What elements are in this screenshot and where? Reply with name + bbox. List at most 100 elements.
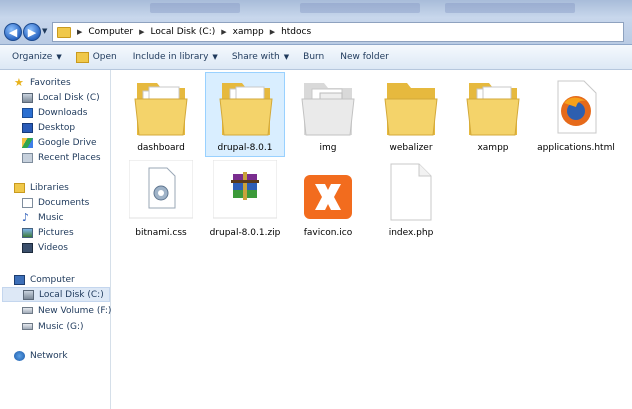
file-name: applications.html [537, 143, 615, 153]
file-item-drupal-zip[interactable]: drupal-8.0.1.zip [205, 160, 285, 242]
sidebar-item-google-drive[interactable]: Google Drive [22, 135, 97, 150]
drive-icon [22, 307, 33, 314]
breadcrumb-local-disk[interactable]: Local Disk (C:) [148, 27, 219, 37]
google-drive-icon [22, 137, 33, 148]
chevron-right-icon[interactable]: ▶ [74, 28, 85, 36]
sidebar-item-local-disk-c[interactable]: Local Disk (C:) [2, 287, 110, 302]
file-name: bitnami.css [135, 228, 187, 238]
file-item-favicon-ico[interactable]: favicon.ico [288, 160, 368, 242]
sidebar-item-local-disk[interactable]: Local Disk (C) [22, 90, 100, 105]
sidebar-item-music-g[interactable]: Music (G:) [22, 319, 84, 334]
firefox-icon [557, 80, 597, 134]
sidebar-item-label: Music [38, 212, 64, 223]
chevron-right-icon[interactable]: ▶ [136, 28, 147, 36]
organize-label: Organize [12, 52, 53, 62]
chevron-down-icon: ▼ [56, 53, 62, 61]
file-name: img [319, 143, 337, 153]
folder-icon [219, 83, 273, 136]
css-file-icon [129, 160, 193, 219]
breadcrumb-xampp[interactable]: xampp [230, 27, 267, 37]
sidebar-item-recent-places[interactable]: Recent Places [22, 150, 101, 165]
sidebar-header-label: Computer [30, 274, 75, 285]
winrar-archive-icon [213, 160, 277, 219]
sidebar-network-header[interactable]: Network [14, 348, 68, 363]
drive-icon [22, 92, 33, 103]
chevron-down-icon: ▼ [283, 53, 290, 61]
file-item-webalizer[interactable]: webalizer [371, 73, 451, 155]
sidebar-item-videos[interactable]: Videos [22, 240, 68, 255]
sidebar-item-music[interactable]: ♪ Music [22, 210, 64, 225]
new-folder-button[interactable]: New folder [340, 52, 389, 62]
drive-icon [22, 323, 33, 330]
file-item-xampp-folder[interactable]: xampp [453, 73, 533, 155]
share-with-button[interactable]: Share with ▼ [232, 52, 289, 62]
sidebar-item-pictures[interactable]: Pictures [22, 225, 74, 240]
organize-button[interactable]: Organize ▼ [12, 52, 62, 62]
computer-icon [14, 274, 25, 285]
blurred-tab [150, 3, 240, 13]
file-item-bitnami-css[interactable]: bitnami.css [121, 160, 201, 242]
sidebar-item-label: Desktop [38, 122, 76, 133]
sidebar-item-desktop[interactable]: Desktop [22, 120, 75, 135]
sidebar-item-label: Recent Places [38, 152, 101, 163]
sidebar-item-label: Music (G:) [38, 321, 84, 332]
blurred-tab [300, 3, 420, 13]
documents-icon [22, 197, 33, 208]
sidebar-item-downloads[interactable]: Downloads [22, 105, 87, 120]
file-name: drupal-8.0.1 [217, 143, 273, 153]
forward-button[interactable]: ▶ [23, 23, 41, 41]
sidebar-item-documents[interactable]: Documents [22, 195, 89, 210]
sidebar-header-label: Libraries [30, 182, 69, 193]
file-name: dashboard [137, 143, 185, 153]
xampp-logo-icon [304, 175, 352, 219]
file-item-img[interactable]: img [288, 73, 368, 155]
sidebar-libraries-header[interactable]: Libraries [14, 180, 69, 195]
drive-icon [23, 289, 34, 300]
sidebar-item-label: Google Drive [38, 137, 97, 148]
chevron-right-icon[interactable]: ▶ [218, 28, 229, 36]
breadcrumb-htdocs[interactable]: htdocs [278, 27, 314, 37]
sidebar-item-label: Videos [38, 242, 68, 253]
burn-button[interactable]: Burn [303, 52, 324, 62]
file-name: xampp [477, 143, 509, 153]
address-bar[interactable]: ▶ Computer ▶ Local Disk (C:) ▶ xampp ▶ h… [52, 22, 624, 42]
file-name: drupal-8.0.1.zip [209, 228, 281, 238]
pictures-icon [22, 227, 33, 238]
sidebar-computer-header[interactable]: Computer [14, 272, 75, 287]
file-item-dashboard[interactable]: dashboard [121, 73, 201, 155]
sidebar-item-label: Local Disk (C:) [39, 289, 104, 300]
downloads-icon [22, 107, 33, 118]
open-button[interactable]: Open [75, 51, 117, 63]
burn-label: Burn [303, 52, 325, 62]
folder-icon [301, 83, 355, 136]
back-button[interactable]: ◀ [4, 23, 22, 41]
window-title-bar: ◀ ▶ ▼ ▶ Computer ▶ Local Disk (C:) ▶ xam… [0, 0, 632, 45]
file-item-drupal-folder[interactable]: drupal-8.0.1 [205, 72, 285, 157]
new-folder-label: New folder [340, 52, 389, 62]
file-name: webalizer [389, 143, 433, 153]
navigation-pane[interactable]: ★ Favorites Local Disk (C) Downloads Des… [0, 70, 111, 409]
folder-icon [466, 83, 520, 136]
music-note-icon: ♪ [22, 210, 30, 224]
recent-pages-dropdown-icon[interactable]: ▼ [42, 27, 47, 35]
sidebar-item-label: Downloads [38, 107, 88, 118]
file-list[interactable]: dashboard drupal-8.0.1 img webalizer xam… [111, 70, 632, 409]
file-item-index-php[interactable]: index.php [371, 160, 451, 242]
folder-icon [134, 83, 188, 136]
command-bar: Organize ▼ Open Include in library ▼ Share… [0, 45, 632, 70]
libraries-icon [14, 182, 25, 193]
folder-icon [384, 83, 438, 136]
sidebar-item-label: New Volume (F:) [38, 305, 112, 316]
chevron-down-icon: ▼ [212, 53, 218, 61]
chevron-right-icon[interactable]: ▶ [267, 28, 278, 36]
file-item-applications-html[interactable]: applications.html [536, 73, 616, 155]
blank-document-icon [390, 163, 432, 221]
star-icon: ★ [14, 75, 24, 89]
sidebar-item-new-volume-f[interactable]: New Volume (F:) [22, 303, 111, 318]
sidebar-favorites-header[interactable]: ★ Favorites [14, 75, 71, 90]
sidebar-header-label: Network [30, 350, 68, 361]
include-in-library-button[interactable]: Include in library ▼ [133, 52, 218, 62]
breadcrumb-computer[interactable]: Computer [85, 27, 136, 37]
blurred-tab [445, 3, 575, 13]
open-folder-icon [75, 51, 89, 63]
